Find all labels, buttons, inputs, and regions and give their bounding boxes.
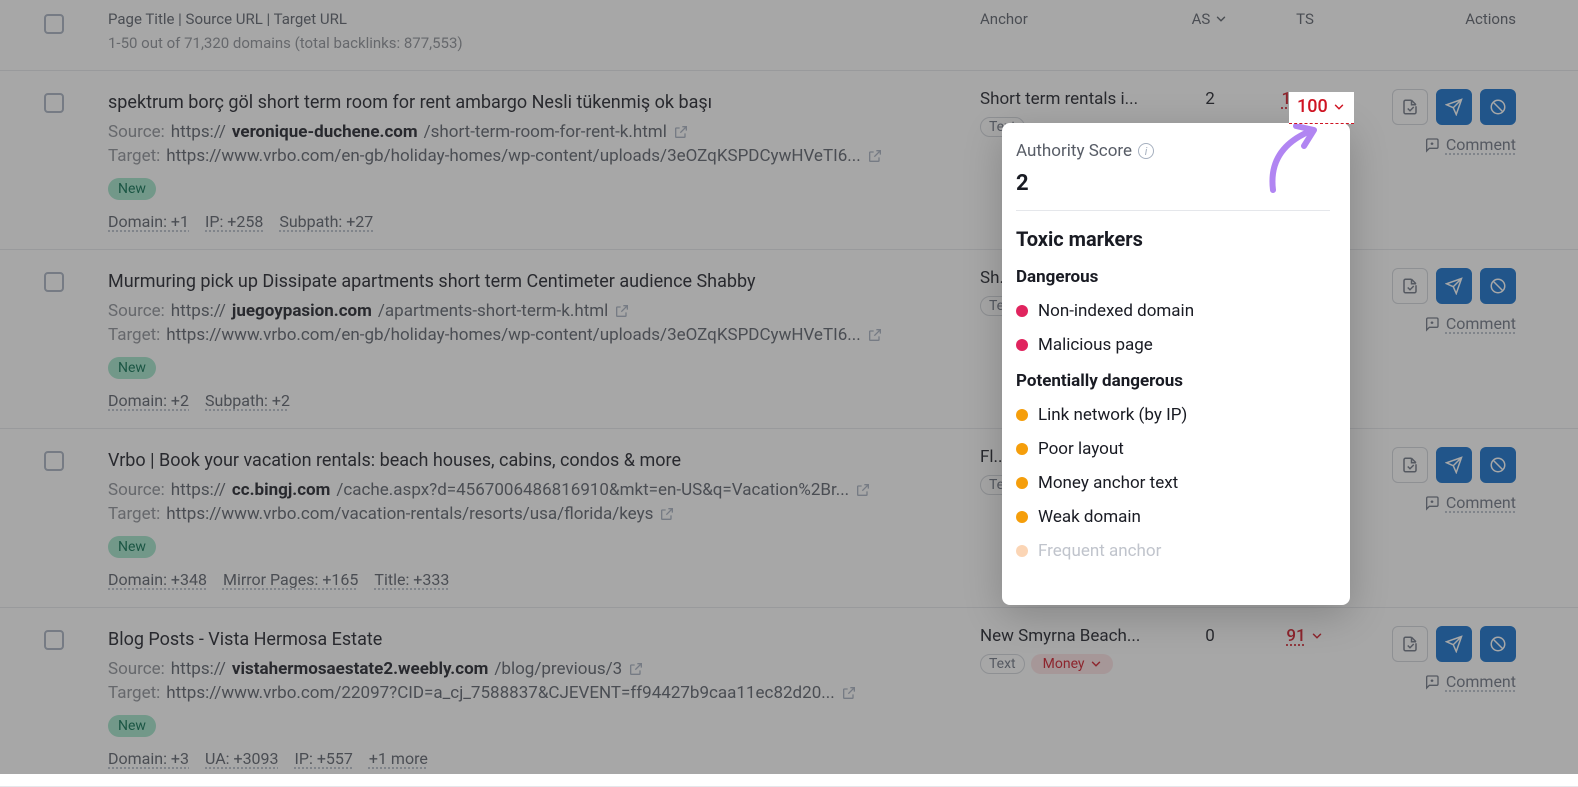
chevron-down-icon xyxy=(1332,100,1346,114)
marker-item: Frequent anchor xyxy=(1016,541,1330,561)
marker-item: Malicious page xyxy=(1016,335,1330,355)
marker-item: Poor layout xyxy=(1016,439,1330,459)
marker-item: Money anchor text xyxy=(1016,473,1330,493)
info-icon[interactable]: i xyxy=(1138,143,1154,159)
potentially-dangerous-heading: Potentially dangerous xyxy=(1016,371,1330,391)
dangerous-heading: Dangerous xyxy=(1016,267,1330,287)
ts-score-value: 100 xyxy=(1297,96,1328,117)
marker-item: Non-indexed domain xyxy=(1016,301,1330,321)
toxic-markers-heading: Toxic markers xyxy=(1016,227,1330,251)
ts-score-pill[interactable]: 100 xyxy=(1289,92,1354,124)
pointer-arrow-icon xyxy=(1258,120,1328,200)
marker-item: Link network (by IP) xyxy=(1016,405,1330,425)
marker-item: Weak domain xyxy=(1016,507,1330,527)
